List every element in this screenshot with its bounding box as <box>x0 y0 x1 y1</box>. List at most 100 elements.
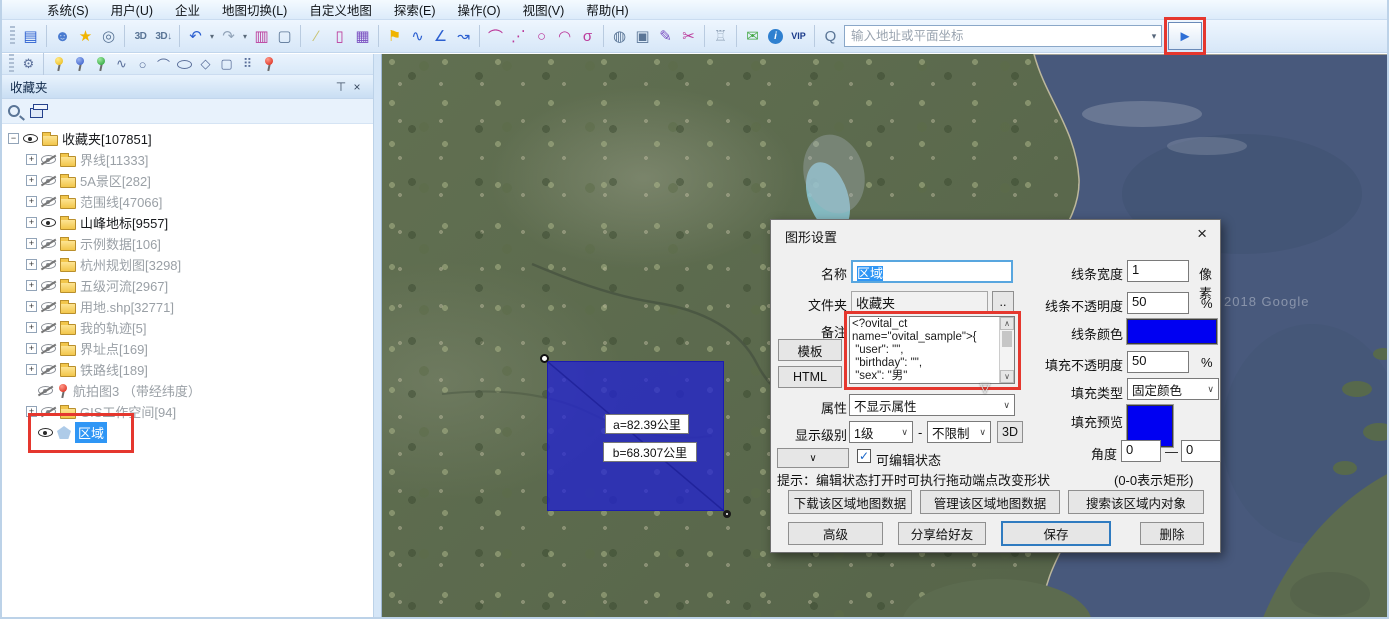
panel-pin-icon[interactable]: ⊤ <box>333 80 349 94</box>
visibility-eye-icon[interactable] <box>41 260 56 269</box>
visibility-eye-icon[interactable] <box>41 407 56 416</box>
save-button[interactable]: 保存 <box>1001 521 1111 546</box>
region-handle-bottomright[interactable] <box>723 510 731 518</box>
visibility-eye-icon[interactable] <box>41 281 56 290</box>
tree-item[interactable]: + 5A景区[282] <box>2 170 373 191</box>
menu-system[interactable]: 系统(S) <box>36 0 100 19</box>
level-3d-button[interactable]: 3D <box>997 421 1023 443</box>
draw-sector-icon[interactable]: σ <box>576 23 599 49</box>
name-input[interactable]: 区域 <box>851 260 1013 283</box>
tree-item-label[interactable]: 界线[11333] <box>80 150 148 169</box>
view-3d-icon[interactable]: 3D <box>129 23 152 49</box>
edit-pencil-icon[interactable]: ✎ <box>654 23 677 49</box>
user-icon[interactable]: ☻ <box>51 23 74 49</box>
map-region-rectangle[interactable]: a=82.39公里 b=68.307公里 <box>547 361 724 511</box>
menu-custom-map[interactable]: 自定义地图 <box>298 0 383 19</box>
ellipse-tool-icon[interactable] <box>174 55 195 74</box>
toolbar-grip[interactable] <box>9 54 14 74</box>
attribute-dropdown[interactable]: 不显示属性∨ <box>849 394 1015 416</box>
search-dropdown-icon[interactable]: ▾ <box>1147 31 1161 42</box>
tree-item-label[interactable]: 铁路线[189] <box>80 360 148 379</box>
tree-item-label[interactable]: 我的轨迹[5] <box>80 318 146 337</box>
tree-expander[interactable]: + <box>26 217 37 228</box>
share-button[interactable]: 分享给好友 <box>898 522 986 545</box>
menu-help[interactable]: 帮助(H) <box>575 0 639 19</box>
info-icon[interactable]: i <box>764 23 787 49</box>
image-overlay-icon[interactable]: ▣ <box>631 23 654 49</box>
tree-item-label[interactable]: 山峰地标[9557] <box>80 213 168 232</box>
visibility-eye-icon[interactable] <box>41 365 56 374</box>
expand-more-button[interactable]: ∨ <box>777 448 849 468</box>
visibility-eye-icon[interactable] <box>41 323 56 332</box>
dialog-close-icon[interactable]: × <box>1197 224 1207 244</box>
tree-item[interactable]: + GIS工作空间[94] <box>2 401 373 422</box>
tree-item-label[interactable]: 界址点[169] <box>80 339 148 358</box>
visibility-eye-icon[interactable] <box>38 428 53 437</box>
line-width-input[interactable]: 1 <box>1127 260 1189 282</box>
add-placemark-icon[interactable]: ⚑ <box>383 23 406 49</box>
settings-gear-icon[interactable]: ⚙ <box>18 55 39 74</box>
add-angle-icon[interactable]: ∠ <box>429 23 452 49</box>
menu-user[interactable]: 用户(U) <box>100 0 164 19</box>
visibility-eye-icon[interactable] <box>41 344 56 353</box>
statistics-icon[interactable]: ▦ <box>351 23 374 49</box>
note-textarea[interactable]: <?ovital_ct name="ovital_sample">{ "user… <box>849 316 1015 384</box>
download-area-data-button[interactable]: 下载该区域地图数据 <box>788 490 912 514</box>
menu-map-switch[interactable]: 地图切换(L) <box>211 0 298 19</box>
tree-item[interactable]: + 我的轨迹[5] <box>2 317 373 338</box>
level-to-dropdown[interactable]: 不限制∨ <box>927 421 991 443</box>
menu-operate[interactable]: 操作(O) <box>447 0 512 19</box>
delete-icon[interactable]: ▥ <box>250 23 273 49</box>
tree-expander[interactable]: + <box>26 322 37 333</box>
menu-explore[interactable]: 探索(E) <box>383 0 447 19</box>
quick-draw-icon[interactable]: ∕ <box>305 23 328 49</box>
level-from-dropdown[interactable]: 1级∨ <box>849 421 913 443</box>
tree-item-label[interactable]: 范围线[47066] <box>80 192 162 211</box>
multi-select-tool-icon[interactable]: ⠿ <box>237 55 258 74</box>
tree-item-label[interactable]: 收藏夹[107851] <box>62 129 152 148</box>
fill-type-dropdown[interactable]: 固定颜色∨ <box>1127 378 1219 400</box>
advanced-button[interactable]: 高级 <box>788 522 883 545</box>
redo-icon[interactable]: ↷ <box>217 23 240 49</box>
tree-item[interactable]: + 山峰地标[9557] <box>2 212 373 233</box>
panel-search-icon[interactable] <box>8 105 20 117</box>
tree-item[interactable]: + 五级河流[2967] <box>2 275 373 296</box>
tree-expander[interactable]: + <box>26 301 37 312</box>
visibility-eye-icon[interactable] <box>41 218 56 227</box>
tree-item[interactable]: + 用地.shp[32771] <box>2 296 373 317</box>
html-button[interactable]: HTML <box>778 366 842 388</box>
arc-tool-icon[interactable]: ⌒ <box>153 55 174 74</box>
note-scrollbar[interactable]: ∧ ∨ <box>999 317 1014 383</box>
panel-layers-icon[interactable] <box>30 108 43 118</box>
tree-item[interactable]: + 杭州规划图[3298] <box>2 254 373 275</box>
visibility-eye-icon[interactable] <box>41 197 56 206</box>
delete-button[interactable]: 删除 <box>1140 522 1204 545</box>
tree-expander[interactable]: + <box>26 196 37 207</box>
polygon-tool-icon[interactable]: ◇ <box>195 55 216 74</box>
circle-tool-icon[interactable]: ○ <box>132 55 153 74</box>
tree-item[interactable]: + 界线[11333] <box>2 149 373 170</box>
tree-item[interactable]: + 铁路线[189] <box>2 359 373 380</box>
red-pin-icon[interactable] <box>258 55 279 74</box>
tree-item-label[interactable]: 5A景区[282] <box>80 171 151 190</box>
tree-expander[interactable]: + <box>26 175 37 186</box>
tree-item-label[interactable]: 示例数据[106] <box>80 234 161 253</box>
tree-expander[interactable]: + <box>26 364 37 375</box>
address-search-input[interactable] <box>845 29 1147 43</box>
city-building-icon[interactable]: ♖ <box>709 23 732 49</box>
polyline-tool-icon[interactable]: ∿ <box>111 55 132 74</box>
line-color-swatch[interactable] <box>1127 319 1217 344</box>
angle-from-input[interactable]: 0 <box>1121 440 1161 462</box>
toolbar-grip[interactable] <box>10 26 15 46</box>
tree-expander[interactable]: + <box>26 154 37 165</box>
undo-icon[interactable]: ↶ <box>184 23 207 49</box>
scroll-up-icon[interactable]: ∧ <box>1000 317 1014 330</box>
angle-to-input[interactable]: 0 <box>1181 440 1221 462</box>
scroll-thumb[interactable] <box>1002 331 1012 347</box>
dialog-collapse-arrow[interactable]: ▽ <box>980 380 990 396</box>
tree-expander[interactable]: − <box>8 133 19 144</box>
visibility-eye-icon[interactable] <box>38 386 53 395</box>
favorites-star-icon[interactable]: ★ <box>74 23 97 49</box>
binoculars-icon[interactable]: ◎ <box>97 23 120 49</box>
green-pin-icon[interactable] <box>90 55 111 74</box>
